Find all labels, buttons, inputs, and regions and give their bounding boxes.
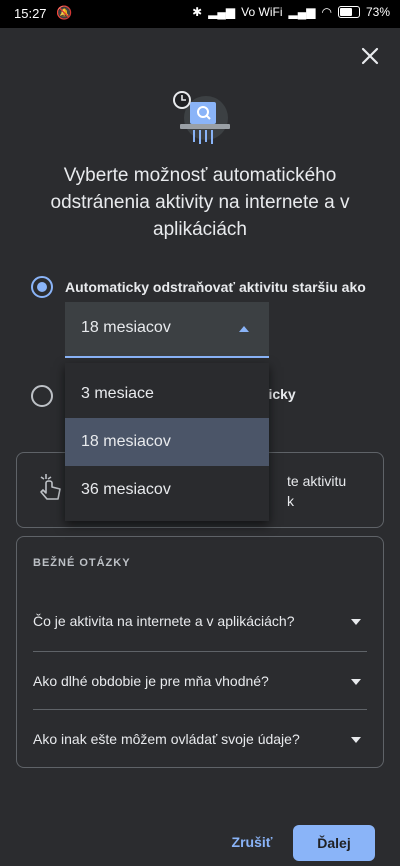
mute-bell-icon: 🔕 (56, 5, 73, 20)
auto-delete-sheet: Vyberte možnosť automatického odstráneni… (0, 28, 400, 866)
faq-question: Ako inak ešte môžem ovládať svoje údaje? (33, 731, 300, 747)
manual-delete-line-2: k (287, 493, 294, 509)
menu-item-36-months[interactable]: 36 mesiacov (65, 466, 269, 514)
faq-item[interactable]: Ako inak ešte môžem ovládať svoje údaje? (33, 711, 367, 767)
page-title: Vyberte možnosť automatického odstráneni… (50, 165, 350, 240)
chevron-down-icon (351, 619, 361, 625)
radio-manual-delete[interactable] (31, 385, 53, 407)
menu-item-18-months[interactable]: 18 mesiacov (65, 418, 269, 466)
close-icon[interactable] (358, 44, 382, 68)
chevron-down-icon (351, 679, 361, 685)
next-button[interactable]: Ďalej (293, 825, 375, 861)
bluetooth-icon: ✱ (192, 5, 203, 19)
network-label: Vo WiFi (241, 5, 283, 19)
select-value: 18 mesiacov (81, 319, 171, 336)
period-select[interactable]: 18 mesiacov (65, 302, 269, 358)
period-dropdown-menu: 3 mesiace 18 mesiacov 36 mesiacov (65, 363, 269, 521)
auto-delete-label: Automaticky odstraňovať aktivitu staršiu… (65, 279, 366, 295)
chevron-up-icon (239, 326, 249, 332)
battery-icon (337, 6, 360, 18)
hand-tap-icon (40, 474, 61, 500)
divider (33, 709, 367, 710)
shredder-illustration-icon (173, 91, 230, 144)
faq-item[interactable]: Ako dlhé obdobie je pre mňa vhodné? (33, 653, 367, 709)
faq-section: BEŽNÉ OTÁZKY Čo je aktivita na internete… (16, 536, 384, 768)
wifi-icon: ◠ (321, 5, 332, 19)
radio-auto-delete[interactable] (31, 276, 53, 298)
manual-delete-line-1: te aktivitu (287, 473, 347, 489)
faq-question: Čo je aktivita na internete a v aplikáci… (33, 613, 295, 629)
status-bar: 15:27 🔕 ✱ ▂▄▆ Vo WiFi ▂▄▆ ◠ 73% (0, 0, 400, 28)
cancel-button[interactable]: Zrušiť (221, 825, 283, 859)
faq-question: Ako dlhé obdobie je pre mňa vhodné? (33, 673, 269, 689)
faq-title: BEŽNÉ OTÁZKY (33, 557, 131, 569)
manual-delete-text: te aktivitu k (287, 471, 377, 511)
signal-icon-2: ▂▄▆ (288, 5, 316, 19)
menu-item-3-months[interactable]: 3 mesiace (65, 370, 269, 418)
status-icons: ✱ ▂▄▆ Vo WiFi ▂▄▆ ◠ 73% (192, 5, 390, 19)
status-time: 15:27 (14, 6, 47, 21)
faq-item[interactable]: Čo je aktivita na internete a v aplikáci… (33, 593, 367, 649)
signal-icon: ▂▄▆ (208, 5, 236, 19)
chevron-down-icon (351, 737, 361, 743)
battery-level: 73% (365, 5, 390, 19)
divider (33, 651, 367, 652)
